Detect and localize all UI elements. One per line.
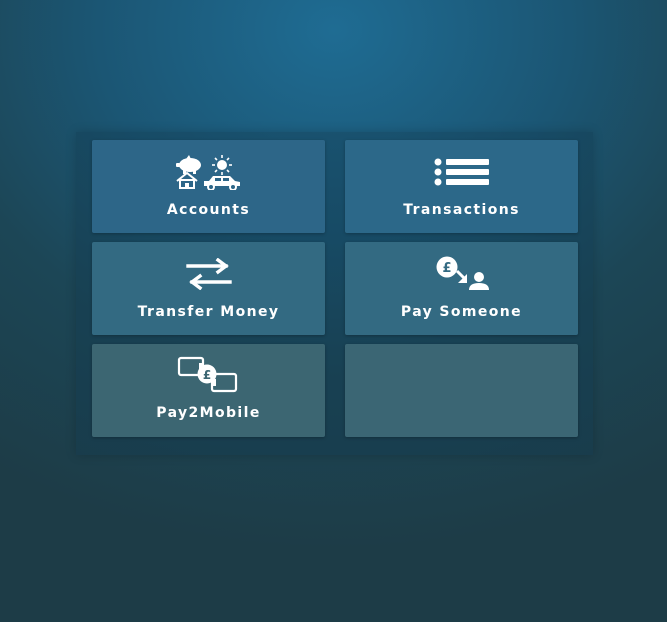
pay2mobile-tile[interactable]: £ Pay2Mobile <box>92 344 325 437</box>
pay2mobile-label: Pay2Mobile <box>156 405 261 421</box>
transfer-money-label: Transfer Money <box>137 304 280 320</box>
empty-tile <box>345 344 578 437</box>
pay-someone-label: Pay Someone <box>400 304 523 320</box>
accounts-label: Accounts <box>166 202 251 218</box>
pay-someone-icon: £ <box>433 256 491 294</box>
svg-text:£: £ <box>202 368 210 382</box>
transfer-arrows-icon <box>184 257 234 294</box>
accounts-icon <box>174 154 244 194</box>
pay2mobile-icon: £ <box>177 356 241 398</box>
list-icon <box>433 158 491 190</box>
transfer-money-tile[interactable]: Transfer Money <box>92 242 325 335</box>
accounts-tile[interactable]: Accounts <box>92 140 325 233</box>
svg-text:£: £ <box>442 261 451 276</box>
transactions-label: Transactions <box>403 202 520 218</box>
transactions-tile[interactable]: Transactions <box>345 140 578 233</box>
pay-someone-tile[interactable]: £ Pay Someone <box>345 242 578 335</box>
